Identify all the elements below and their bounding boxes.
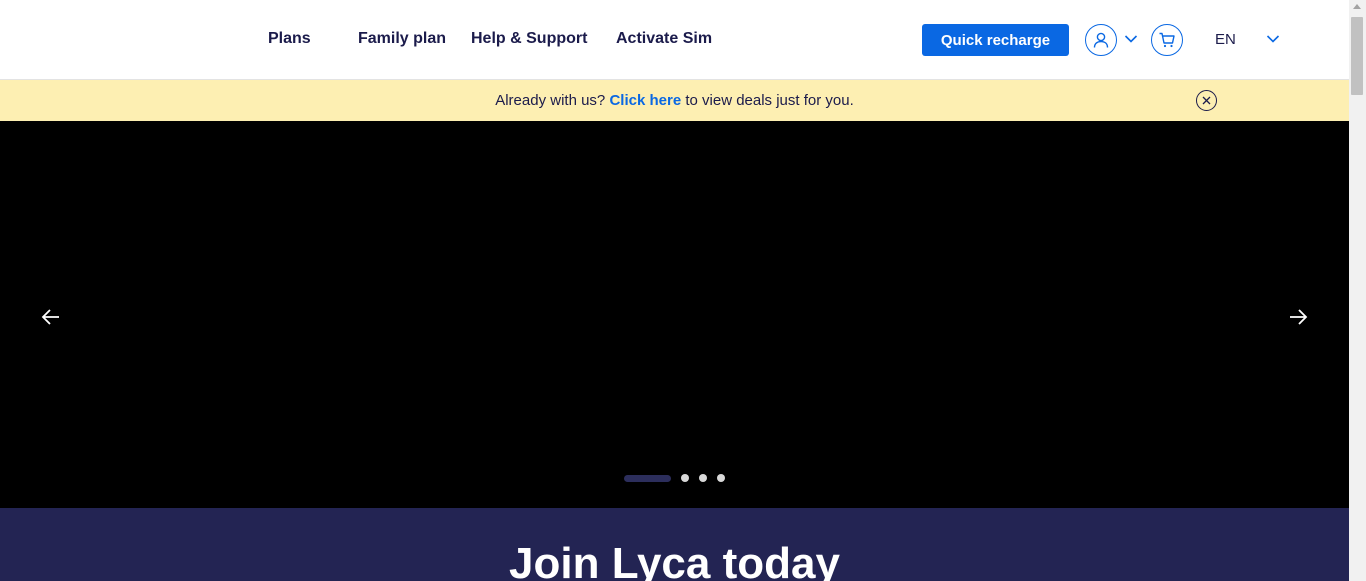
close-icon	[1202, 96, 1211, 105]
language-selector[interactable]: EN	[1215, 31, 1236, 48]
join-section: Join Lyca today	[0, 508, 1349, 581]
vertical-scrollbar[interactable]	[1349, 0, 1366, 581]
nav-help-support[interactable]: Help & Support	[471, 30, 587, 48]
account-button[interactable]	[1085, 24, 1117, 56]
hero-carousel	[0, 121, 1349, 508]
language-chevron-down-icon[interactable]	[1266, 34, 1280, 44]
carousel-pagination	[624, 474, 725, 482]
carousel-dot[interactable]	[699, 474, 707, 482]
nav-activate-sim[interactable]: Activate Sim	[616, 30, 712, 48]
join-title: Join Lyca today	[509, 539, 840, 581]
scroll-up-arrow-icon[interactable]	[1353, 4, 1361, 9]
scroll-thumb[interactable]	[1351, 17, 1363, 95]
quick-recharge-button[interactable]: Quick recharge	[922, 24, 1069, 56]
nav-family-plan[interactable]: Family plan	[358, 30, 446, 48]
user-icon	[1093, 32, 1109, 48]
arrow-right-icon[interactable]	[1286, 305, 1310, 329]
banner-close-button[interactable]	[1196, 90, 1217, 111]
carousel-dot[interactable]	[681, 474, 689, 482]
banner-click-here-link[interactable]: Click here	[609, 92, 681, 109]
banner-text-after: to view deals just for you.	[685, 92, 854, 109]
nav-plans[interactable]: Plans	[268, 30, 311, 48]
carousel-dot[interactable]	[717, 474, 725, 482]
site-header: Plans Family plan Help & Support Activat…	[0, 0, 1349, 80]
page: Plans Family plan Help & Support Activat…	[0, 0, 1349, 581]
deals-banner: Already with us? Click here to view deal…	[0, 80, 1349, 121]
carousel-dot-active[interactable]	[624, 474, 671, 482]
cart-icon	[1159, 32, 1175, 48]
banner-text-before: Already with us?	[495, 92, 606, 109]
cart-button[interactable]	[1151, 24, 1183, 56]
arrow-left-icon[interactable]	[39, 305, 63, 329]
chevron-down-icon[interactable]	[1124, 34, 1138, 44]
banner-message: Already with us? Click here to view deal…	[0, 92, 1349, 109]
